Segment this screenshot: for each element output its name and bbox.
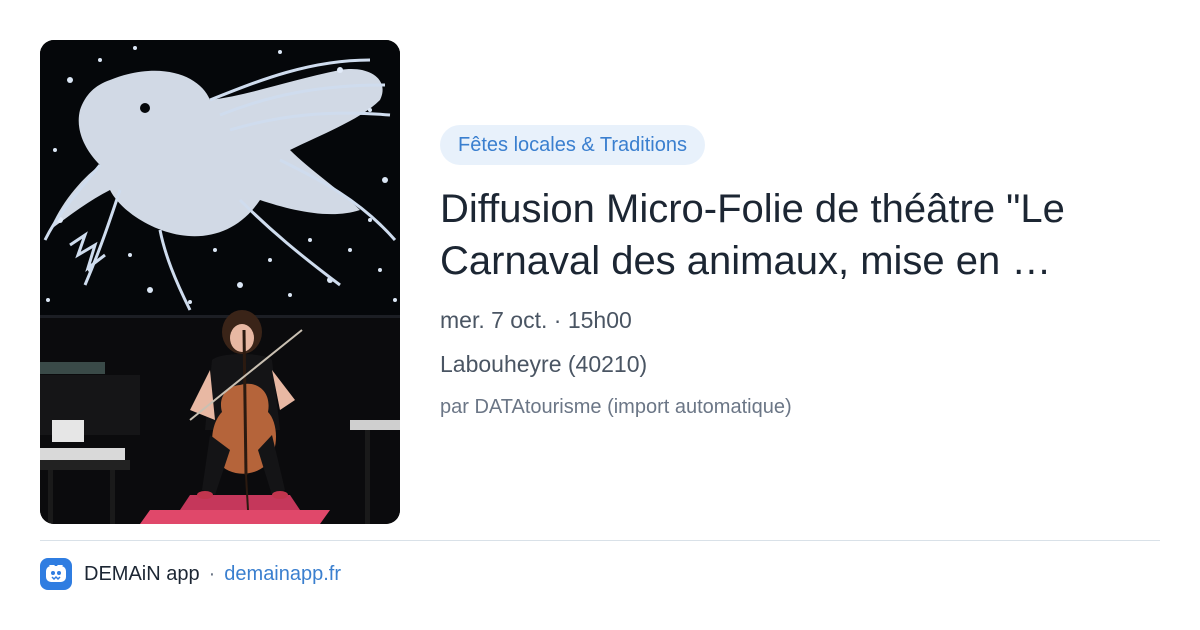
event-source: par DATAtourisme (import automatique) (440, 396, 792, 418)
demain-app-icon (40, 558, 72, 590)
app-name: DEMAiN app (84, 562, 200, 585)
event-photo (40, 40, 400, 524)
footer: DEMAiN app · demainapp.fr (40, 558, 341, 590)
event-details: Fêtes locales & Traditions Diffusion Mic… (440, 125, 1160, 421)
footer-separator: · (208, 562, 216, 585)
app-website-link[interactable]: demainapp.fr (224, 563, 341, 586)
category-badge[interactable]: Fêtes locales & Traditions (440, 125, 705, 165)
event-title[interactable]: Diffusion Micro-Folie de théâtre "Le Car… (440, 183, 1150, 287)
event-image[interactable] (40, 40, 400, 524)
divider (40, 540, 1160, 541)
event-date-time: mer. 7 oct. · 15h00 (440, 307, 632, 333)
event-location: Labouheyre (40210) (440, 351, 648, 377)
